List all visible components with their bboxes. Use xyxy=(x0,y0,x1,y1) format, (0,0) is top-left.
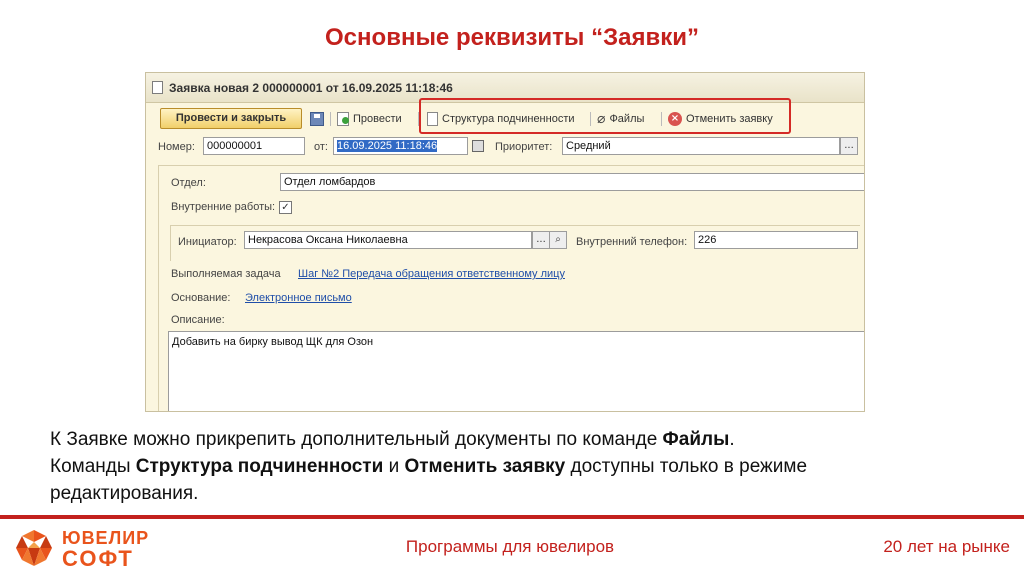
document-icon xyxy=(152,81,163,94)
task-link[interactable]: Шаг №2 Передача обращения ответственному… xyxy=(298,268,565,280)
caption: К Заявке можно прикрепить дополнительный… xyxy=(50,426,990,507)
caption-line-2: Команды Структура подчиненности и Отмени… xyxy=(50,456,808,477)
number-field[interactable]: 000000001 xyxy=(203,137,305,155)
dept-label: Отдел: xyxy=(171,177,206,189)
description-field[interactable]: Добавить на бирку вывод ЩК для Озон xyxy=(168,331,864,411)
caption-line-1: К Заявке можно прикрепить дополнительный… xyxy=(50,429,735,450)
post-icon xyxy=(337,111,349,126)
logo-emblem-icon xyxy=(16,530,52,566)
slide-title: Основные реквизиты “Заявки” xyxy=(325,24,699,51)
description-label: Описание: xyxy=(171,314,225,326)
priority-field[interactable]: Средний xyxy=(562,137,840,155)
save-button[interactable] xyxy=(310,108,324,129)
calendar-icon[interactable] xyxy=(472,140,484,152)
request-window: Заявка новая 2 000000001 от 16.09.2025 1… xyxy=(145,72,865,412)
logo-text-line-2: СОФТ xyxy=(62,546,134,571)
basis-label: Основание: xyxy=(171,292,231,304)
initiator-field[interactable]: Некрасова Оксана Николаевна xyxy=(244,231,532,249)
date-field[interactable]: 16.09.2025 11:18:46 xyxy=(333,137,468,155)
internal-works-label: Внутренние работы: xyxy=(171,201,276,213)
caption-line-3: редактирования. xyxy=(50,483,199,504)
save-icon xyxy=(310,111,324,126)
initiator-select-button[interactable]: ... xyxy=(532,231,550,249)
company-logo: ЮВЕЛИР СОФТ xyxy=(12,528,172,571)
post-button[interactable]: Провести xyxy=(337,108,402,129)
priority-select-button[interactable]: ... xyxy=(840,137,858,155)
search-icon[interactable]: ⌕ xyxy=(549,231,567,249)
phone-field[interactable]: 226 xyxy=(694,231,858,249)
footer-divider xyxy=(0,515,1024,519)
date-value: 16.09.2025 11:18:46 xyxy=(337,140,438,152)
footer-tagline: Программы для ювелиров xyxy=(405,537,615,556)
toolbar-separator xyxy=(330,112,331,126)
number-label: Номер: xyxy=(158,141,195,153)
priority-label: Приоритет: xyxy=(495,141,553,153)
window-title: Заявка новая 2 000000001 от 16.09.2025 1… xyxy=(169,80,453,95)
dept-field[interactable]: Отдел ломбардов xyxy=(280,173,864,191)
post-and-close-button[interactable]: Провести и закрыть xyxy=(160,108,302,129)
internal-works-checkbox[interactable]: ✓ xyxy=(279,201,292,214)
basis-link[interactable]: Электронное письмо xyxy=(245,292,352,304)
post-button-label: Провести xyxy=(353,112,402,125)
date-label: от: xyxy=(314,141,328,153)
phone-label: Внутренний телефон: xyxy=(576,236,688,248)
initiator-label: Инициатор: xyxy=(178,236,237,248)
highlight-frame xyxy=(419,98,791,134)
footer-years: 20 лет на рынке xyxy=(883,537,1010,556)
task-label: Выполняемая задача xyxy=(171,268,281,280)
